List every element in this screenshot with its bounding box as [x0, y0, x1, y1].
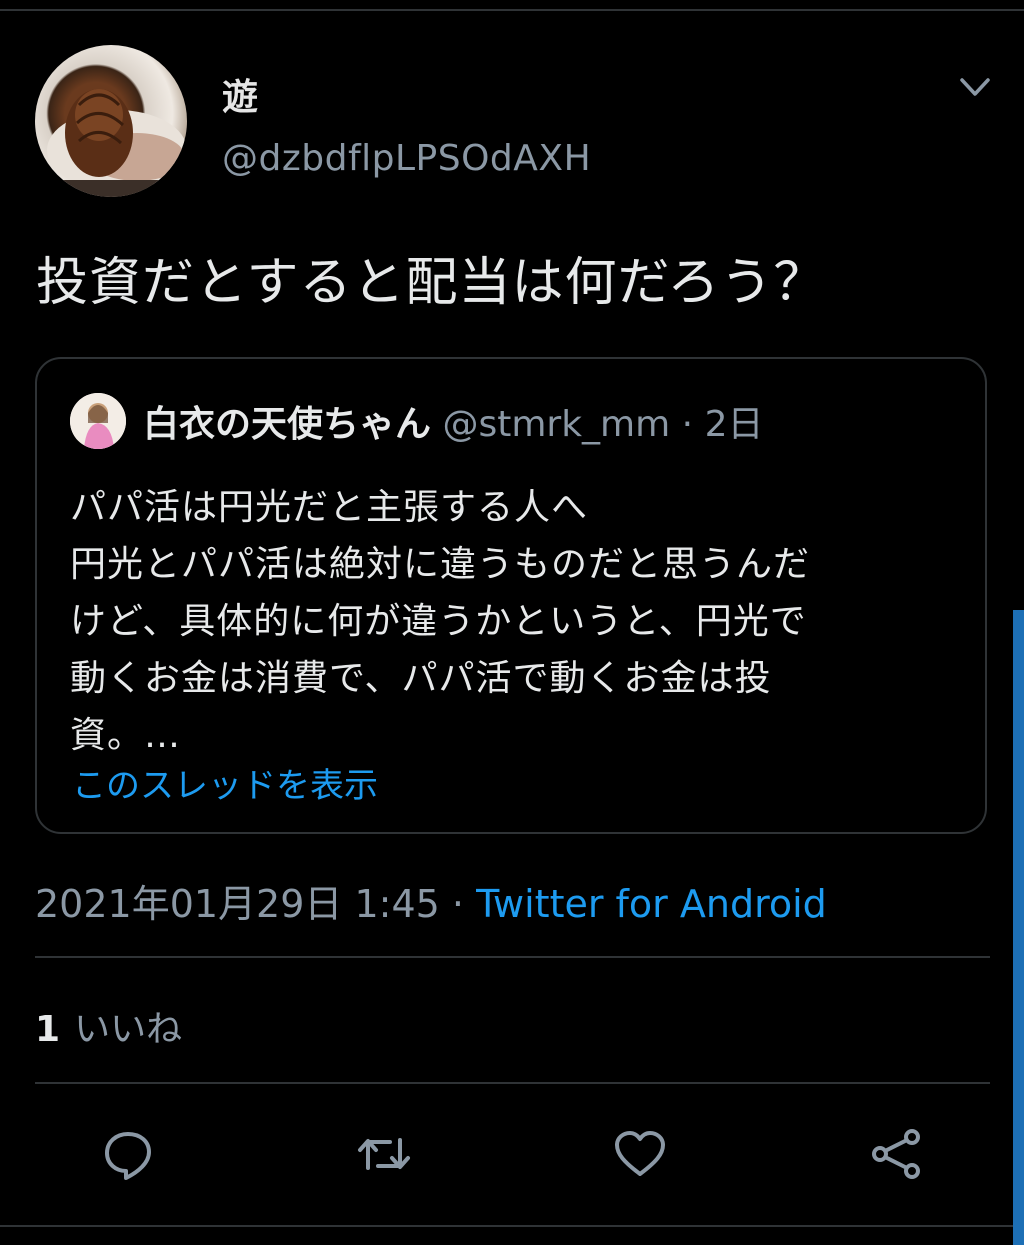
quoted-tweet-age: 2日	[704, 404, 764, 445]
quoted-text-line: けど、具体的に何が違うかというと、円光で	[70, 601, 807, 642]
tweet-meta: 2021年01月29日 1:45 · Twitter for Android	[35, 873, 827, 928]
share-icon	[872, 1129, 920, 1179]
tweet-source-link[interactable]: Twitter for Android	[476, 882, 827, 926]
separator-dot: ·	[681, 404, 694, 445]
top-divider	[0, 9, 1024, 11]
scrollbar[interactable]	[1013, 610, 1024, 1245]
quoted-author-display-name: 白衣の天使ちゃん	[143, 404, 432, 445]
divider	[35, 1082, 990, 1084]
mont-blanc-cake-avatar	[35, 89, 187, 197]
author-avatar[interactable]	[35, 45, 187, 197]
reply-icon	[105, 1132, 151, 1180]
quoted-tweet-header: 白衣の天使ちゃん @stmrk_mm · 2日	[143, 395, 763, 447]
quoted-author-avatar	[70, 393, 126, 449]
user-photo-avatar	[70, 393, 126, 449]
like-button[interactable]	[610, 1124, 670, 1184]
likes-summary[interactable]: 1 いいね	[35, 1000, 182, 1052]
tweet-timestamp: 2021年01月29日 1:45	[35, 882, 440, 926]
likes-label: いいね	[74, 1009, 183, 1050]
retweet-icon	[358, 1138, 410, 1170]
divider	[0, 1225, 1024, 1227]
reply-button[interactable]	[98, 1124, 158, 1184]
retweet-button[interactable]	[354, 1124, 414, 1184]
meta-separator: ·	[451, 882, 465, 926]
quoted-text-line: パパ活は円光だと主張する人へ	[70, 487, 589, 528]
quoted-author-handle: @stmrk_mm	[442, 404, 671, 445]
quoted-tweet-text: パパ活は円光だと主張する人へ 円光とパパ活は絶対に違うものだと思うんだ けど、具…	[70, 479, 950, 764]
chevron-down-icon[interactable]	[958, 72, 992, 102]
show-thread-link[interactable]: このスレッドを表示	[72, 758, 378, 807]
author-display-name[interactable]: 遊	[222, 68, 258, 120]
quoted-text-line: 動くお金は消費で、パパ活で動くお金は投	[70, 658, 772, 699]
tweet-text: 投資だとすると配当は何だろう？	[36, 253, 827, 313]
share-button[interactable]	[866, 1124, 926, 1184]
quoted-tweet-card[interactable]: 白衣の天使ちゃん @stmrk_mm · 2日 パパ活は円光だと主張する人へ 円…	[35, 357, 987, 834]
heart-icon	[615, 1131, 665, 1176]
divider	[35, 956, 990, 958]
quoted-text-line: 資。…	[70, 715, 182, 756]
likes-count: 1	[35, 1009, 61, 1050]
author-handle[interactable]: @dzbdflpLPSOdAXH	[222, 138, 591, 179]
quoted-text-line: 円光とパパ活は絶対に違うものだと思うんだ	[70, 544, 811, 585]
